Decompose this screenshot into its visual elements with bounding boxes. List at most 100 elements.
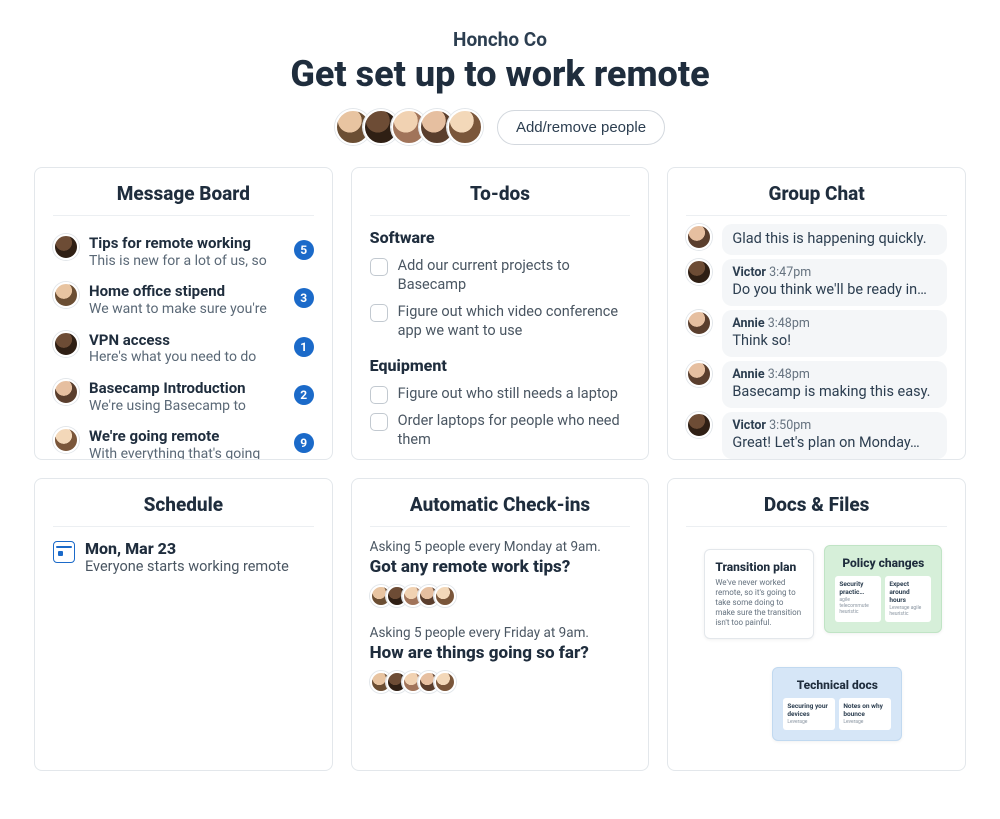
checkins-card[interactable]: Automatic Check-ins Asking 5 people ever… [351,478,650,771]
todo-text: Figure out which video conference app we… [398,303,631,341]
message-item[interactable]: Basecamp IntroductionWe're using Basecam… [53,373,314,421]
message-board-card[interactable]: Message Board Tips for remote workingThi… [34,167,333,460]
message-item[interactable]: Home office stipendWe want to make sure … [53,276,314,324]
message-item[interactable]: VPN accessHere's what you need to do 1 [53,325,314,373]
people-avatars[interactable] [335,109,483,145]
schedule-date: Mon, Mar 23 [85,539,289,558]
checkin-question: How are things going so far? [370,643,631,663]
mini-title: Security practic… [839,580,877,596]
chat-time: 3:48pm [768,367,810,382]
chat-time: 3:48pm [768,316,810,331]
chat-text: Glad this is happening quickly. [732,230,937,247]
card-title: To-dos [370,182,631,216]
unread-badge: 1 [294,337,314,357]
todos-card[interactable]: To-dos Software Add our current projects … [351,167,650,460]
chat-sender: Annie [732,367,764,382]
mini-title: Expect around hours [889,580,927,604]
todo-group-title[interactable]: Equipment [370,356,631,375]
chat-time: 3:47pm [769,265,811,280]
todo-text: Order laptops for people who need them [398,412,631,450]
message-preview: Here's what you need to do [89,349,284,367]
todo-group: Software Add our current projects to Base… [370,228,631,344]
chat-message[interactable]: Glad this is happening quickly. [686,224,947,255]
avatar [434,585,456,607]
todo-text: Figure out who still needs a laptop [398,385,618,404]
message-item[interactable]: Tips for remote workingThis is new for a… [53,228,314,276]
add-remove-people-button[interactable]: Add/remove people [497,110,665,145]
chat-sender: Annie [732,316,764,331]
avatar[interactable] [447,109,483,145]
avatar [53,234,79,260]
chat-message[interactable]: Victor 3:47pmDo you think we'll be ready… [686,259,947,306]
doc-technical-docs[interactable]: Technical docs Securing your devices Lev… [772,667,902,741]
checkin-schedule: Asking 5 people every Monday at 9am. [370,539,631,555]
avatar [686,361,712,387]
chat-text: Do you think we'll be ready in… [732,281,937,298]
doc-mini-card[interactable]: Notes on why bounce Leverage [839,698,891,730]
checkbox[interactable] [370,413,388,431]
chat-text: Basecamp is making this easy. [732,383,937,400]
avatar [434,671,456,693]
message-title: Home office stipend [89,282,284,301]
chat-message[interactable]: Annie 3:48pmBasecamp is making this easy… [686,361,947,408]
doc-body: We've never worked remote, so it's going… [715,578,803,628]
mini-title: Notes on why bounce [843,702,887,718]
checkin-item[interactable]: Asking 5 people every Monday at 9am. Got … [370,539,631,607]
todo-item[interactable]: Order laptops for people who need them [370,408,631,454]
checkbox[interactable] [370,459,388,460]
page-title: Get set up to work remote [34,53,966,95]
message-item[interactable]: We're going remoteWith everything that's… [53,421,314,460]
message-title: Tips for remote working [89,234,284,253]
unread-badge: 3 [294,288,314,308]
avatar [53,331,79,357]
docs-files-card[interactable]: Docs & Files Transition plan We've never… [667,478,966,771]
checkin-schedule: Asking 5 people every Friday at 9am. [370,625,631,641]
todo-group-title[interactable]: Software [370,228,631,247]
message-preview: We want to make sure you're [89,301,284,319]
schedule-card[interactable]: Schedule Mon, Mar 23 Everyone starts wor… [34,478,333,771]
calendar-icon [53,541,75,563]
mini-body: Leverage [787,720,831,726]
card-title: Message Board [53,182,314,216]
message-title: VPN access [89,331,284,350]
checkbox[interactable] [370,386,388,404]
message-preview: With everything that's going [89,446,284,460]
checkbox[interactable] [370,258,388,276]
card-title: Group Chat [686,182,947,216]
checkin-item[interactable]: Asking 5 people every Friday at 9am. How … [370,625,631,693]
card-title: Docs & Files [686,493,947,527]
card-title: Schedule [53,493,314,527]
todo-item[interactable]: Figure out which video conference app we… [370,299,631,345]
avatar [686,224,712,250]
doc-mini-card[interactable]: Expect around hours Leverage agile heuri… [885,576,931,622]
chat-sender: Victor [732,418,766,433]
todo-item[interactable]: put together list of [370,454,631,460]
mini-body: Leverage [843,720,887,726]
unread-badge: 2 [294,385,314,405]
card-title: Automatic Check-ins [370,493,631,527]
schedule-desc: Everyone starts working remote [85,558,289,575]
checkin-avatars [370,671,631,693]
todo-item[interactable]: Figure out who still needs a laptop [370,381,631,408]
message-title: Basecamp Introduction [89,379,284,398]
checkbox[interactable] [370,304,388,322]
doc-policy-changes[interactable]: Policy changes Security practic… agile t… [824,545,942,633]
doc-transition-plan[interactable]: Transition plan We've never worked remot… [704,549,814,639]
company-name: Honcho Co [34,28,966,51]
chat-message[interactable]: Annie 3:48pmThink so! [686,310,947,357]
doc-mini-card[interactable]: Securing your devices Leverage [783,698,835,730]
avatar [53,282,79,308]
message-preview: This is new for a lot of us, so [89,253,284,271]
doc-mini-card[interactable]: Security practic… agile telecommute heur… [835,576,881,622]
chat-text: Great! Let's plan on Monday… [732,434,937,451]
todo-text: Add our current projects to Basecamp [398,257,631,295]
checkin-question: Got any remote work tips? [370,557,631,577]
unread-badge: 5 [294,240,314,260]
unread-badge: 9 [294,433,314,453]
avatar [686,310,712,336]
doc-title: Policy changes [835,556,931,570]
group-chat-card[interactable]: Group Chat Glad this is happening quickl… [667,167,966,460]
todo-item[interactable]: Add our current projects to Basecamp [370,253,631,299]
chat-message[interactable]: Victor 3:50pmGreat! Let's plan on Monday… [686,412,947,459]
mini-title: Securing your devices [787,702,831,718]
